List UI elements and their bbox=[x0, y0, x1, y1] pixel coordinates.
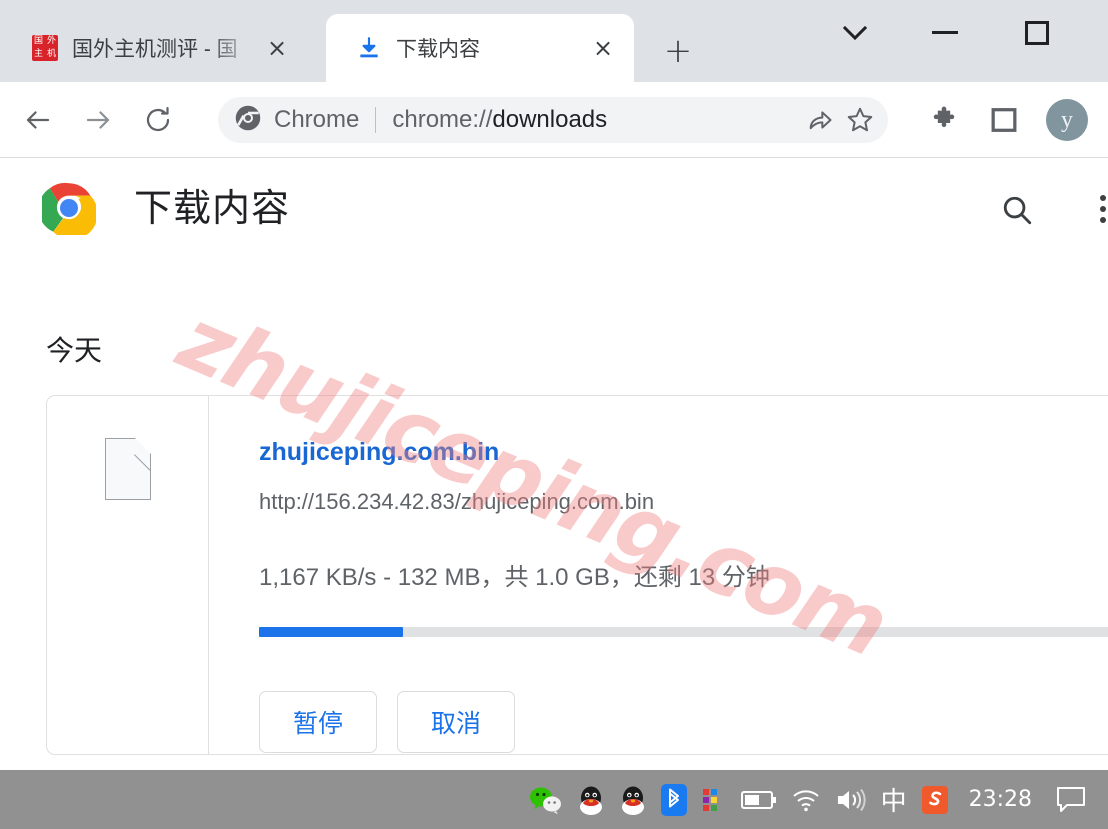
search-icon[interactable] bbox=[1000, 193, 1034, 232]
chrome-logo bbox=[38, 181, 98, 240]
more-vertical-icon[interactable] bbox=[1100, 195, 1106, 223]
new-tab-button[interactable]: + bbox=[655, 28, 701, 74]
color-grid-icon[interactable] bbox=[701, 780, 727, 820]
downloads-page-header: 下载内容 bbox=[0, 159, 1108, 255]
minimize-icon[interactable] bbox=[910, 8, 980, 58]
notification-icon[interactable] bbox=[1056, 780, 1086, 820]
qq-icon-2[interactable] bbox=[619, 780, 647, 820]
download-action-buttons: 暂停 取消 bbox=[259, 691, 515, 753]
browser-tab-2[interactable]: 下载内容 × bbox=[326, 14, 634, 82]
omnibox-url-prefix: chrome:// bbox=[392, 106, 493, 133]
windows-taskbar: 中 23:28 bbox=[0, 770, 1108, 829]
back-arrow-icon[interactable] bbox=[16, 98, 60, 142]
omnibox-separator bbox=[375, 107, 377, 133]
qq-icon[interactable] bbox=[577, 780, 605, 820]
omnibox-url-main: downloads bbox=[492, 106, 608, 133]
browser-window: 国外主机 国外主机测评 - 国 × 下载内容 × + Chrome chrome… bbox=[0, 0, 1108, 829]
tab-search-chevron-icon[interactable] bbox=[820, 8, 890, 58]
browser-tab-1[interactable]: 国外主机 国外主机测评 - 国 × bbox=[8, 14, 308, 82]
tab-close-button-1[interactable]: × bbox=[260, 31, 294, 65]
download-file-icon-column bbox=[47, 396, 209, 754]
volume-icon[interactable] bbox=[835, 780, 867, 820]
wechat-icon[interactable] bbox=[529, 780, 563, 820]
red-square-favicon: 国外主机 bbox=[32, 35, 58, 61]
chrome-shield-icon bbox=[234, 104, 262, 137]
download-status-text: 1,167 KB/s - 132 MB，共 1.0 GB，还剩 13 分钟 bbox=[259, 564, 770, 591]
tab-strip: 国外主机 国外主机测评 - 国 × 下载内容 × + bbox=[0, 0, 1108, 82]
sogou-icon[interactable] bbox=[921, 780, 949, 820]
bluetooth-icon[interactable] bbox=[660, 780, 687, 820]
wifi-icon[interactable] bbox=[791, 780, 821, 820]
download-source-url: http://156.234.42.83/zhujiceping.com.bin bbox=[259, 489, 655, 514]
generic-file-icon bbox=[104, 438, 151, 500]
forward-arrow-icon[interactable] bbox=[76, 98, 120, 142]
reload-icon[interactable] bbox=[136, 98, 180, 142]
omnibox-scheme-label: Chrome bbox=[274, 106, 360, 133]
download-item-card[interactable]: zhujiceping.com.bin http://156.234.42.83… bbox=[46, 395, 1108, 755]
side-panel-icon[interactable] bbox=[984, 100, 1024, 140]
address-bar[interactable]: Chrome chrome://downloads bbox=[218, 97, 888, 143]
section-date-label: 今天 bbox=[46, 334, 103, 367]
download-progress-fill bbox=[259, 627, 403, 637]
downloads-page: 下载内容 今天 zhujiceping.com.bin http://156.2… bbox=[0, 159, 1108, 770]
omnibox-url[interactable]: chrome://downloads bbox=[392, 106, 607, 134]
download-arrow-icon bbox=[356, 35, 382, 61]
avatar[interactable]: y bbox=[1046, 99, 1088, 141]
download-details: zhujiceping.com.bin http://156.234.42.83… bbox=[209, 396, 1108, 754]
taskbar-clock[interactable]: 23:28 bbox=[969, 787, 1032, 812]
puzzle-icon[interactable] bbox=[924, 100, 964, 140]
ime-label: 中 bbox=[880, 787, 907, 817]
download-filename-link[interactable]: zhujiceping.com.bin bbox=[259, 438, 1108, 467]
tab-close-button-2[interactable]: × bbox=[586, 31, 620, 65]
tab-title-2: 下载内容 bbox=[396, 38, 480, 61]
cancel-button[interactable]: 取消 bbox=[397, 691, 515, 753]
pause-button[interactable]: 暂停 bbox=[259, 691, 377, 753]
maximize-icon[interactable] bbox=[1002, 8, 1072, 58]
tab-title-1: 国外主机测评 - 国 bbox=[72, 38, 238, 61]
battery-icon[interactable] bbox=[740, 780, 777, 820]
page-title: 下载内容 bbox=[134, 186, 291, 230]
ime-icon[interactable]: 中 bbox=[881, 780, 907, 820]
share-icon[interactable] bbox=[800, 100, 840, 140]
download-progress-bar bbox=[259, 627, 1108, 637]
star-icon[interactable] bbox=[840, 100, 880, 140]
